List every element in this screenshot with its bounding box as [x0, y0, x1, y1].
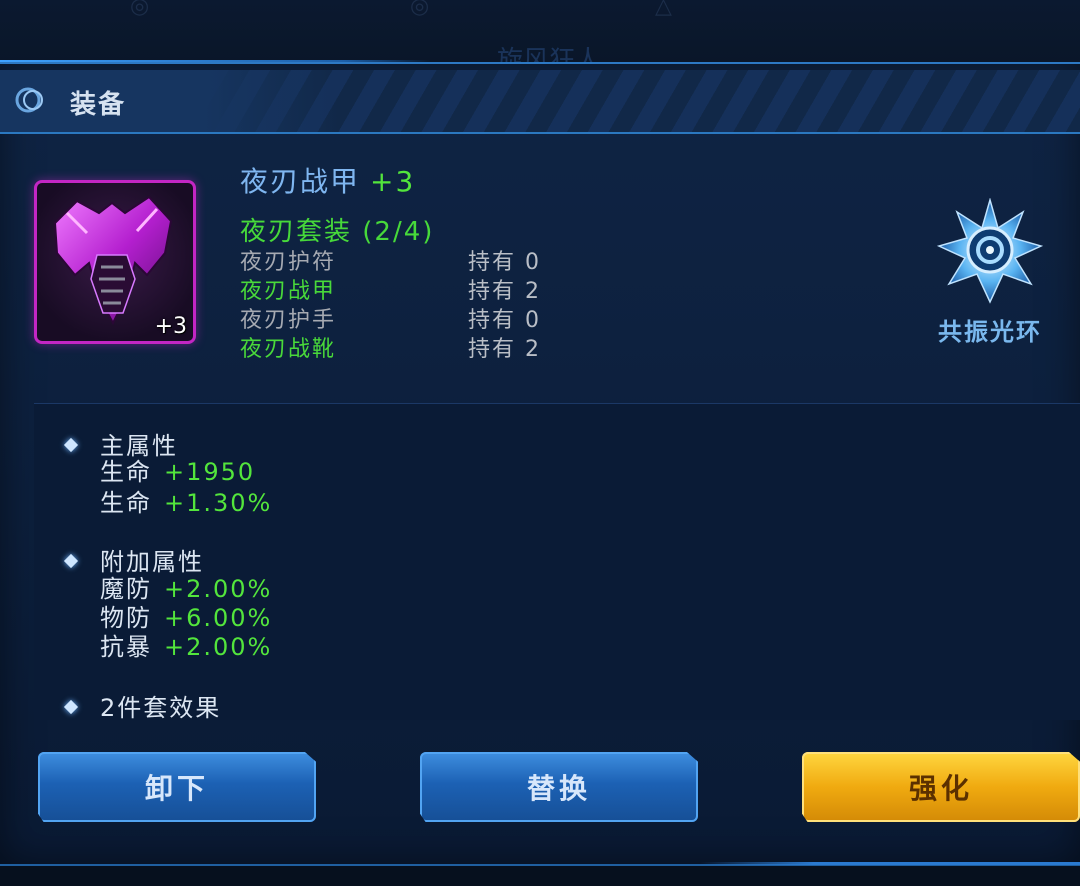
attribute-value: +2.00%	[164, 633, 273, 661]
aura-emblem-icon	[936, 198, 1044, 304]
attribute-name: 生命	[100, 458, 152, 486]
set-piece-name: 夜刃战甲	[240, 279, 337, 304]
set-piece-name: 夜刃护符	[240, 250, 337, 275]
item-icon-frame[interactable]: +3	[34, 180, 196, 344]
item-name-text: 夜刃战甲	[240, 165, 361, 198]
aura-label: 共振光环	[938, 318, 1042, 346]
attribute-value: +1.30%	[164, 489, 273, 517]
unequip-button[interactable]: 卸下	[38, 752, 316, 822]
item-level-badge: +3	[154, 314, 187, 339]
set-piece-owned: 持有 0	[468, 250, 541, 275]
set-title: 夜刃套装 (2/4)	[240, 217, 435, 247]
set-piece-owned: 持有 2	[468, 337, 541, 362]
aura-button[interactable]: 共振光环	[920, 198, 1060, 347]
attribute-value: +1950	[164, 458, 256, 486]
attribute-name: 生命	[100, 489, 152, 517]
item-enhance-level: +3	[370, 165, 416, 198]
panel-title: 装备	[70, 90, 127, 120]
purple-armor-icon	[53, 195, 173, 326]
set-piece-owned: 持有 0	[468, 308, 541, 333]
rings-icon	[15, 87, 43, 113]
attribute-row: 抗暴 +2.00%	[100, 627, 272, 662]
panel-header	[0, 70, 1080, 134]
set-piece-name: 夜刃护手	[240, 308, 337, 333]
ghost-gem-icon: ◎	[410, 0, 430, 19]
panel-bottom-edge-glow	[700, 862, 1080, 865]
ghost-coin-icon: ◎	[130, 0, 150, 19]
replace-button[interactable]: 替换	[420, 752, 698, 822]
attribute-name: 抗暴	[100, 633, 152, 661]
enhance-button[interactable]: 强化	[802, 752, 1080, 822]
set-piece-owned: 持有 2	[468, 279, 541, 304]
item-name: 夜刃战甲 +3	[240, 160, 415, 200]
section-title: 2件套效果	[100, 694, 222, 722]
set-piece-name: 夜刃战靴	[240, 337, 337, 362]
attribute-row: 生命 +1950	[100, 452, 255, 487]
attribute-row: 生命 +1.30%	[100, 483, 272, 518]
ghost-triangle-icon: △	[655, 0, 672, 19]
